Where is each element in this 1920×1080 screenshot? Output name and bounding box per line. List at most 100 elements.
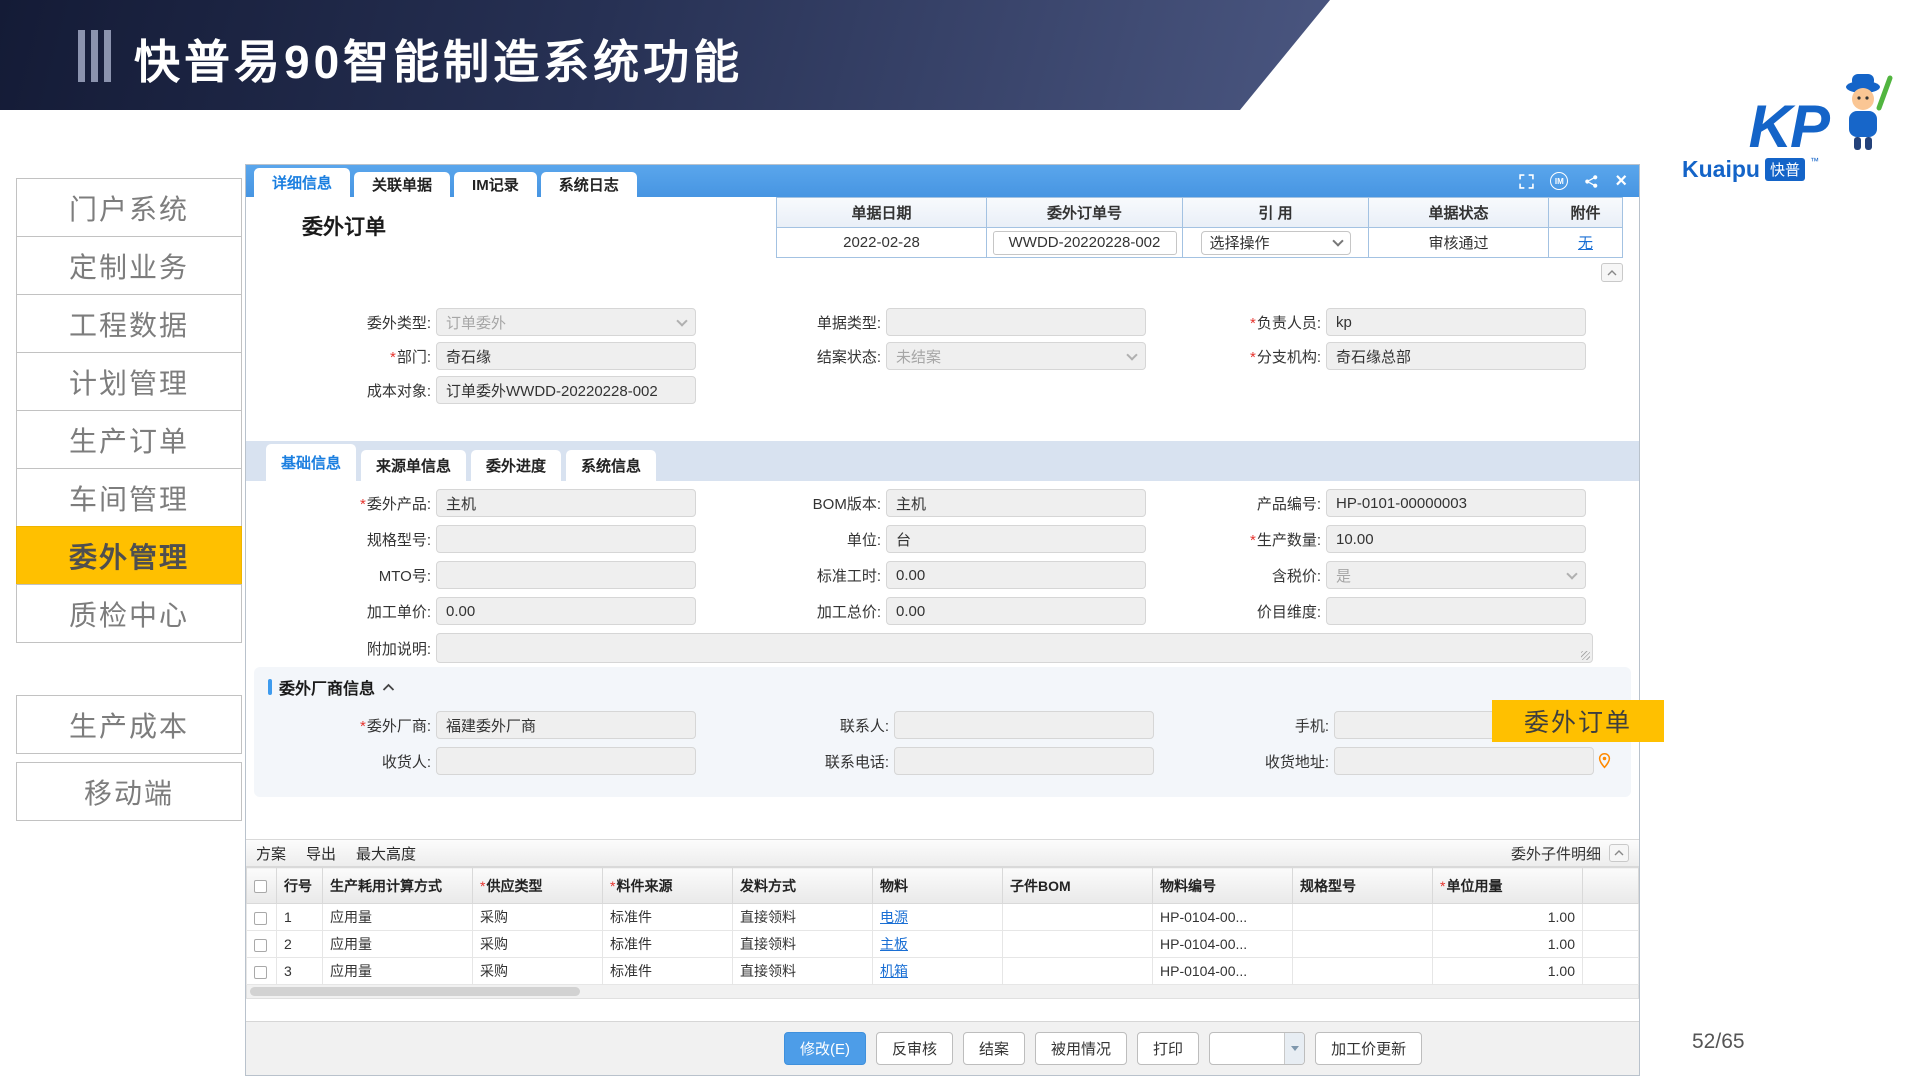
resize-handle-icon[interactable] xyxy=(1581,651,1590,660)
window-tabbar: 详细信息 关联单据 IM记录 系统日志 IM × xyxy=(246,165,1639,197)
mto-no-input[interactable] xyxy=(436,561,696,589)
document-type-input[interactable] xyxy=(886,308,1146,336)
close-case-button[interactable]: 结案 xyxy=(963,1032,1025,1065)
brand-name-cn: 快普 xyxy=(1765,158,1805,181)
standard-hours-input[interactable]: 0.00 xyxy=(886,561,1146,589)
delivery-address-input[interactable] xyxy=(1334,747,1594,775)
outsourced-product-input[interactable]: 主机 xyxy=(436,489,696,517)
im-icon[interactable]: IM xyxy=(1550,172,1568,190)
required-marker: * xyxy=(1250,532,1256,549)
usage-status-button[interactable]: 被用情况 xyxy=(1035,1032,1127,1065)
sidebar-item-production-cost[interactable]: 生产成本 xyxy=(16,695,242,754)
process-unit-price-input[interactable]: 0.00 xyxy=(436,597,696,625)
chevron-down-icon xyxy=(676,315,687,326)
additional-notes-textarea[interactable] xyxy=(436,633,1593,663)
sidebar-item-mobile[interactable]: 移动端 xyxy=(16,762,242,821)
material-link[interactable]: 机箱 xyxy=(880,963,908,979)
panel-label: 委外子件明细 xyxy=(1511,843,1601,864)
process-price-update-button[interactable]: 加工价更新 xyxy=(1315,1032,1422,1065)
row-checkbox[interactable] xyxy=(254,912,267,925)
subtab-outsourcing-progress[interactable]: 委外进度 xyxy=(471,450,561,481)
contact-phone-input[interactable] xyxy=(894,747,1154,775)
panel-collapse-button[interactable] xyxy=(1609,844,1629,862)
tab-system-log[interactable]: 系统日志 xyxy=(541,172,637,197)
sidebar-item-outsourcing-management[interactable]: 委外管理 xyxy=(16,526,242,585)
branch-org-input[interactable]: 奇石缘总部 xyxy=(1326,342,1586,370)
vendor-info-section: 委外厂商信息 *委外厂商: 福建委外厂商 联系人: 手机: 收货人: 联系电话:… xyxy=(254,667,1631,797)
attachment-link[interactable]: 无 xyxy=(1578,232,1593,253)
scrollbar-thumb[interactable] xyxy=(250,987,580,996)
receiver-input[interactable] xyxy=(436,747,696,775)
doc-status-value: 审核通过 xyxy=(1369,228,1549,258)
subtab-source-doc-info[interactable]: 来源单信息 xyxy=(361,450,466,481)
sidebar-item-portal[interactable]: 门户系统 xyxy=(16,178,242,237)
price-dimension-input[interactable] xyxy=(1326,597,1586,625)
order-main-form: 委外类型: 订单委外 单据类型: *负责人员: kp *部门: 奇石缘 结案状态… xyxy=(246,305,1639,407)
tax-included-select[interactable]: 是 xyxy=(1326,561,1586,589)
spec-model-input[interactable] xyxy=(436,525,696,553)
bom-version-input[interactable]: 主机 xyxy=(886,489,1146,517)
page-title: 委外订单 xyxy=(302,211,386,241)
row-checkbox[interactable] xyxy=(254,966,267,979)
department-input[interactable]: 奇石缘 xyxy=(436,342,696,370)
collapse-header-button[interactable] xyxy=(1601,263,1623,282)
sidebar-item-engineering-data[interactable]: 工程数据 xyxy=(16,294,242,353)
col-child-bom: 子件BOM xyxy=(1003,868,1153,904)
horizontal-scrollbar[interactable] xyxy=(246,985,1639,999)
product-code-input[interactable]: HP-0101-00000003 xyxy=(1326,489,1586,517)
child-items-panel: 方案 导出 最大高度 委外子件明细 行号 生产耗用计算方式 xyxy=(246,839,1639,999)
material-link[interactable]: 电源 xyxy=(880,909,908,925)
select-all-checkbox[interactable] xyxy=(254,880,267,893)
order-no-input[interactable]: WWDD-20220228-002 xyxy=(993,231,1177,255)
kp-monogram: KP xyxy=(1749,100,1828,154)
slide-title: 快普易90智能制造系统功能 xyxy=(134,26,743,92)
detail-subtabs: 基础信息 来源单信息 委外进度 系统信息 xyxy=(246,441,1639,481)
vendor-section-title: 委外厂商信息 xyxy=(279,675,375,699)
sidebar-item-production-order[interactable]: 生产订单 xyxy=(16,410,242,469)
material-link[interactable]: 主板 xyxy=(880,936,908,952)
fullscreen-icon[interactable] xyxy=(1519,174,1534,189)
toolbar-max-height-button[interactable]: 最大高度 xyxy=(356,843,416,864)
sidebar-item-custom-business[interactable]: 定制业务 xyxy=(16,236,242,295)
col-unit-usage: *单位用量 xyxy=(1433,868,1583,904)
production-qty-input[interactable]: 10.00 xyxy=(1326,525,1586,553)
chevron-down-icon xyxy=(1566,568,1577,579)
outsourcing-type-select[interactable]: 订单委外 xyxy=(436,308,696,336)
unapprove-button[interactable]: 反审核 xyxy=(876,1032,953,1065)
process-total-price-input[interactable]: 0.00 xyxy=(886,597,1146,625)
modify-button[interactable]: 修改(E) xyxy=(784,1032,866,1065)
tab-detail-info[interactable]: 详细信息 xyxy=(254,168,350,197)
tab-related-documents[interactable]: 关联单据 xyxy=(354,172,450,197)
responsible-person-input[interactable]: kp xyxy=(1326,308,1586,336)
section-collapse-icon[interactable] xyxy=(382,683,395,692)
subtab-basic-info[interactable]: 基础信息 xyxy=(266,444,356,481)
sidebar-item-workshop-management[interactable]: 车间管理 xyxy=(16,468,242,527)
tab-im-records[interactable]: IM记录 xyxy=(454,172,537,197)
contact-person-input[interactable] xyxy=(894,711,1154,739)
vendor-input[interactable]: 福建委外厂商 xyxy=(436,711,696,739)
col-spec-model: 规格型号 xyxy=(1293,868,1433,904)
basic-info-form: *委外产品: 主机 BOM版本: 主机 产品编号: HP-0101-000000… xyxy=(246,485,1639,667)
doc-status-header: 单据状态 xyxy=(1369,198,1549,228)
kuaipu-logo: KP Kuaipu 快普 ™ xyxy=(1654,70,1894,183)
header-bars-icon xyxy=(78,30,111,82)
col-issue-method: 发料方式 xyxy=(733,868,873,904)
unit-input[interactable]: 台 xyxy=(886,525,1146,553)
share-icon[interactable] xyxy=(1584,174,1599,189)
slide-page-number: 52/65 xyxy=(1692,1030,1745,1054)
location-pin-icon[interactable] xyxy=(1597,752,1612,770)
print-button[interactable]: 打印 xyxy=(1137,1032,1199,1065)
row-checkbox[interactable] xyxy=(254,939,267,952)
sidebar-item-quality-center[interactable]: 质检中心 xyxy=(16,584,242,643)
reference-action-select[interactable]: 选择操作 xyxy=(1201,231,1351,255)
required-marker: * xyxy=(1250,315,1256,332)
subtab-system-info[interactable]: 系统信息 xyxy=(566,450,656,481)
toolbar-scheme-button[interactable]: 方案 xyxy=(256,843,286,864)
close-status-select[interactable]: 未结案 xyxy=(886,342,1146,370)
sidebar-item-plan-management[interactable]: 计划管理 xyxy=(16,352,242,411)
toolbar-export-button[interactable]: 导出 xyxy=(306,843,336,864)
cost-object-input[interactable]: 订单委外WWDD-20220228-002 xyxy=(436,376,696,404)
footer-dropdown[interactable] xyxy=(1209,1032,1305,1065)
close-icon[interactable]: × xyxy=(1615,171,1627,191)
doc-reference-header: 引 用 xyxy=(1183,198,1369,228)
